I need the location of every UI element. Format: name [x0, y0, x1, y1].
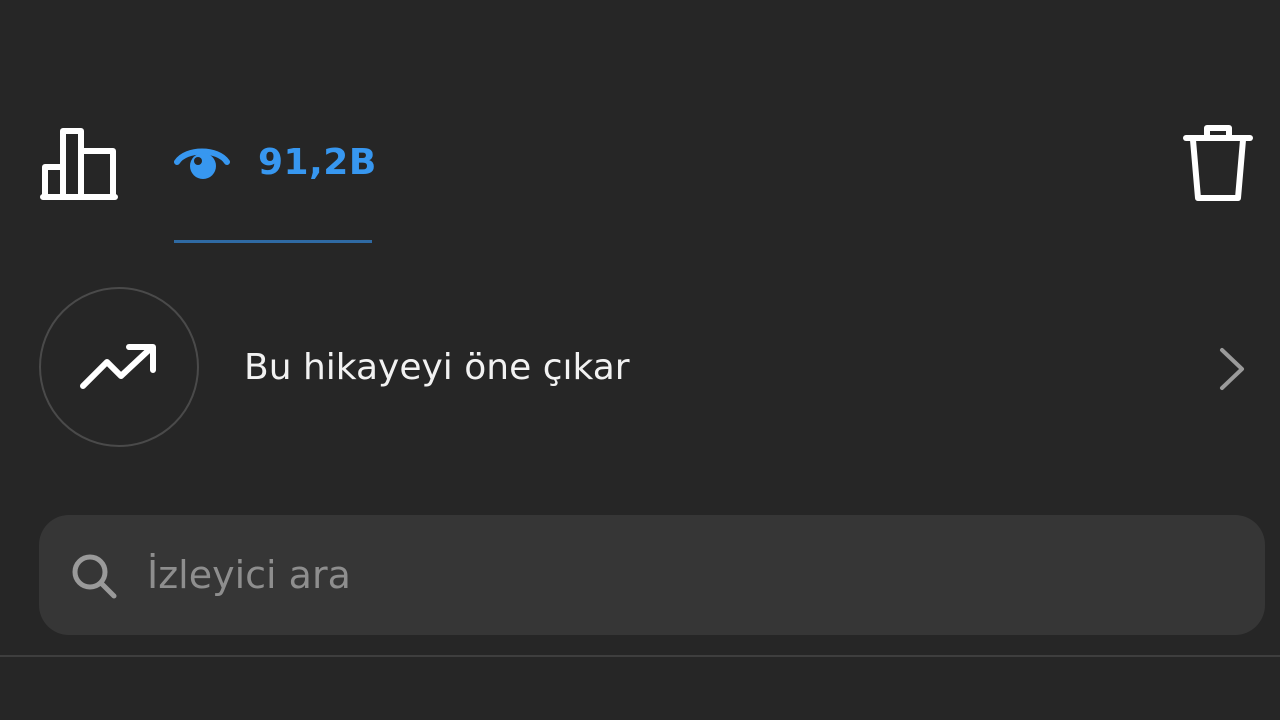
divider: [0, 655, 1280, 657]
trash-icon: [1183, 125, 1253, 201]
promote-story-label: Bu hikayeyi öne çıkar: [244, 347, 630, 388]
trending-up-icon: [80, 344, 156, 389]
promote-icon-circle: [39, 287, 199, 447]
story-toolbar: 91,2B: [0, 0, 1280, 250]
tab-viewers[interactable]: 91,2B: [174, 130, 376, 244]
chevron-right-icon: [1220, 348, 1244, 390]
viewer-search-input[interactable]: [147, 543, 1227, 607]
bar-chart-icon: [40, 128, 118, 200]
active-tab-indicator: [174, 240, 372, 243]
eye-icon: [174, 148, 230, 179]
insights-button[interactable]: [38, 122, 120, 204]
search-icon: [72, 554, 117, 599]
promote-story-row[interactable]: Bu hikayeyi öne çıkar: [0, 280, 1280, 456]
viewers-count: 91,2B: [258, 142, 377, 183]
story-viewers-sheet: 91,2B Bu hikayeyi öne çıkar: [0, 0, 1280, 720]
delete-story-button[interactable]: [1178, 120, 1258, 206]
viewer-search-box[interactable]: [39, 515, 1265, 635]
